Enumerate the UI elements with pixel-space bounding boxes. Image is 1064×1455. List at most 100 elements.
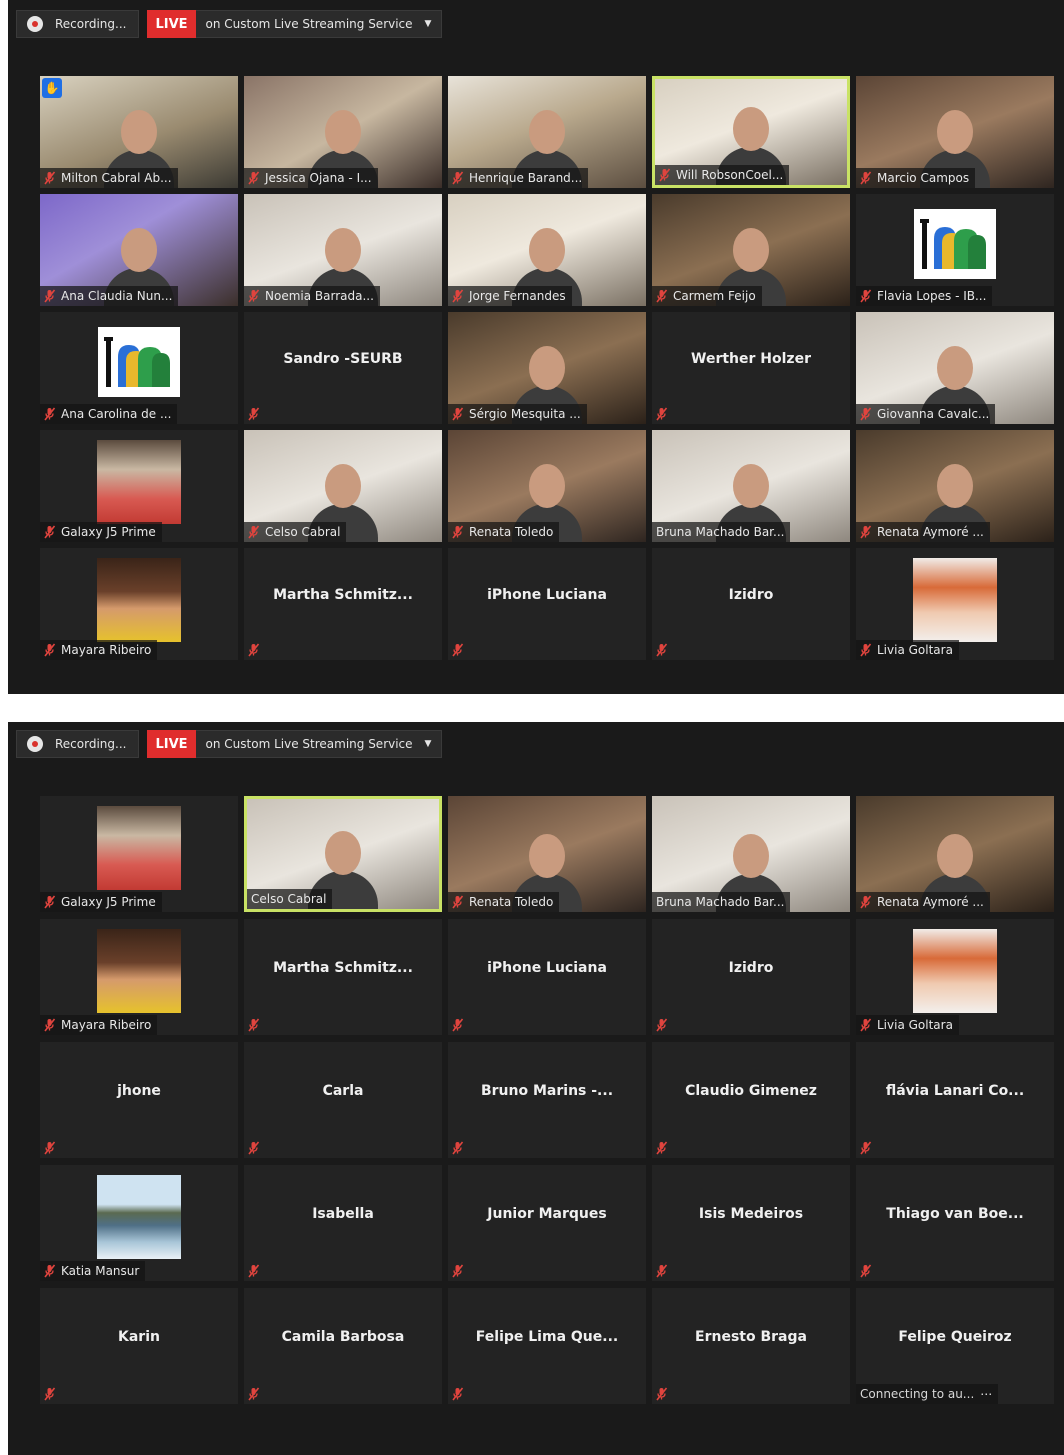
participant-tile[interactable]: Thiago van Boe... — [856, 1165, 1054, 1281]
muted-mic-icon — [452, 1263, 464, 1278]
participant-tile[interactable]: flávia Lanari Co... — [856, 1042, 1054, 1158]
muted-mic-icon — [860, 1018, 872, 1032]
participant-tile[interactable]: Bruno Marins -... — [448, 1042, 646, 1158]
participant-tile[interactable]: Livia Goltara — [856, 548, 1054, 660]
participant-nameplate: Giovanna Cavalc... — [856, 404, 996, 424]
participant-tile[interactable]: Izidro — [652, 548, 850, 660]
participant-nameplate: Noemia Barrada... — [244, 286, 380, 306]
streaming-service-dropdown[interactable]: on Custom Live Streaming Service ▼ — [195, 10, 443, 38]
participant-tile[interactable]: Carmem Feijo — [652, 194, 850, 306]
muted-mic-icon — [656, 1017, 668, 1032]
participant-tile[interactable]: Celso Cabral — [244, 430, 442, 542]
participant-tile[interactable]: Martha Schmitz... — [244, 919, 442, 1035]
logo-avatar — [98, 327, 180, 397]
participant-display-name: Felipe Queiroz — [898, 1329, 1012, 1345]
profile-picture — [913, 929, 997, 1013]
profile-picture — [97, 558, 181, 642]
participant-name: Noemia Barrada... — [265, 289, 374, 303]
participant-nameplate: Katia Mansur — [40, 1261, 146, 1281]
recording-indicator[interactable]: Recording... — [16, 10, 140, 38]
participant-tile[interactable]: Claudio Gimenez — [652, 1042, 850, 1158]
connection-status: Connecting to au... ⋯ — [856, 1384, 999, 1404]
participant-tile[interactable]: Renata Aymoré ... — [856, 430, 1054, 542]
muted-mic-icon — [452, 1017, 464, 1032]
participant-tile[interactable]: Mayara Ribeiro — [40, 919, 238, 1035]
muted-mic-icon — [656, 1140, 668, 1155]
participant-name: Will RobsonCoel... — [676, 168, 784, 182]
participant-tile[interactable]: Ernesto Braga — [652, 1288, 850, 1404]
participant-nameplate: Carmem Feijo — [652, 286, 762, 306]
participant-tile[interactable]: Renata Toledo — [448, 430, 646, 542]
raised-hand-icon: ✋ — [42, 78, 62, 98]
logo-avatar — [914, 209, 996, 279]
participant-tile[interactable]: Felipe Lima Que... — [448, 1288, 646, 1404]
participant-display-name: Martha Schmitz... — [273, 960, 413, 976]
participant-display-name: Felipe Lima Que... — [475, 1329, 619, 1345]
participant-tile[interactable]: Werther Holzer — [652, 312, 850, 424]
participant-tile[interactable]: Sérgio Mesquita ... — [448, 312, 646, 424]
muted-mic-icon — [860, 289, 872, 303]
participant-tile[interactable]: iPhone Luciana — [448, 548, 646, 660]
live-badge[interactable]: LIVE — [147, 730, 196, 758]
participant-tile[interactable]: Galaxy J5 Prime — [40, 796, 238, 912]
recording-toolbar: Recording... LIVE on Custom Live Streami… — [16, 730, 443, 758]
participant-nameplate: Renata Aymoré ... — [856, 522, 990, 542]
meeting-panel-bottom: Recording... LIVE on Custom Live Streami… — [8, 722, 1064, 1455]
participant-tile[interactable]: Junior Marques — [448, 1165, 646, 1281]
participant-nameplate: Renata Toledo — [448, 892, 560, 912]
participant-display-name: iPhone Luciana — [487, 587, 607, 603]
streaming-service-dropdown[interactable]: on Custom Live Streaming Service ▼ — [195, 730, 443, 758]
participant-tile[interactable]: Katia Mansur — [40, 1165, 238, 1281]
participant-tile[interactable]: Ana Claudia Nun... — [40, 194, 238, 306]
participant-display-name: jhone — [117, 1083, 161, 1099]
participant-tile[interactable]: Henrique Barand... — [448, 76, 646, 188]
muted-mic-icon — [659, 168, 671, 182]
participant-tile[interactable]: iPhone Luciana — [448, 919, 646, 1035]
caret-down-icon: ▼ — [424, 739, 432, 749]
participant-tile[interactable]: Jorge Fernandes — [448, 194, 646, 306]
participant-tile[interactable]: Renata Toledo — [448, 796, 646, 912]
muted-mic-icon — [452, 171, 464, 185]
participant-tile[interactable]: Camila Barbosa — [244, 1288, 442, 1404]
participant-tile[interactable]: Bruna Machado Bar... — [652, 430, 850, 542]
participant-tile[interactable]: Carla — [244, 1042, 442, 1158]
muted-mic-icon — [656, 406, 668, 421]
participant-tile[interactable]: Marcio Campos — [856, 76, 1054, 188]
muted-mic-icon — [44, 289, 56, 303]
participant-tile[interactable]: Jessica Ojana - I... — [244, 76, 442, 188]
live-badge[interactable]: LIVE — [147, 10, 196, 38]
participant-tile[interactable]: Karin — [40, 1288, 238, 1404]
muted-mic-icon — [452, 407, 464, 421]
participant-tile[interactable]: Ana Carolina de ... — [40, 312, 238, 424]
profile-picture — [97, 929, 181, 1013]
participant-name: Jorge Fernandes — [469, 289, 566, 303]
participant-tile[interactable]: Martha Schmitz... — [244, 548, 442, 660]
muted-mic-icon — [860, 525, 872, 539]
participant-tile[interactable]: Flavia Lopes - IB... — [856, 194, 1054, 306]
participant-tile[interactable]: Felipe Queiroz Connecting to au... ⋯ — [856, 1288, 1054, 1404]
record-icon — [27, 16, 43, 32]
participant-tile[interactable]: Isabella — [244, 1165, 442, 1281]
participant-tile[interactable]: ✋ Milton Cabral Ab... — [40, 76, 238, 188]
participant-tile[interactable]: Will RobsonCoel... — [652, 76, 850, 188]
participant-tile[interactable]: Celso Cabral — [244, 796, 442, 912]
participant-tile[interactable]: Isis Medeiros — [652, 1165, 850, 1281]
participant-tile[interactable]: Giovanna Cavalc... — [856, 312, 1054, 424]
muted-mic-icon — [860, 407, 872, 421]
participant-display-name: iPhone Luciana — [487, 960, 607, 976]
participant-tile[interactable]: Mayara Ribeiro — [40, 548, 238, 660]
participant-tile[interactable]: Noemia Barrada... — [244, 194, 442, 306]
participant-tile[interactable]: jhone — [40, 1042, 238, 1158]
participant-tile[interactable]: Galaxy J5 Prime — [40, 430, 238, 542]
participant-tile[interactable]: Izidro — [652, 919, 850, 1035]
participant-tile[interactable]: Bruna Machado Bar... — [652, 796, 850, 912]
record-icon — [27, 736, 43, 752]
participant-tile[interactable]: Livia Goltara — [856, 919, 1054, 1035]
muted-mic-icon — [44, 1386, 56, 1401]
participant-tile[interactable]: Renata Aymoré ... — [856, 796, 1054, 912]
participant-tile[interactable]: Sandro -SEURB — [244, 312, 442, 424]
participant-nameplate: Galaxy J5 Prime — [40, 522, 162, 542]
muted-mic-icon — [248, 171, 260, 185]
more-options-icon[interactable]: ⋯ — [980, 1387, 992, 1401]
recording-indicator[interactable]: Recording... — [16, 730, 140, 758]
